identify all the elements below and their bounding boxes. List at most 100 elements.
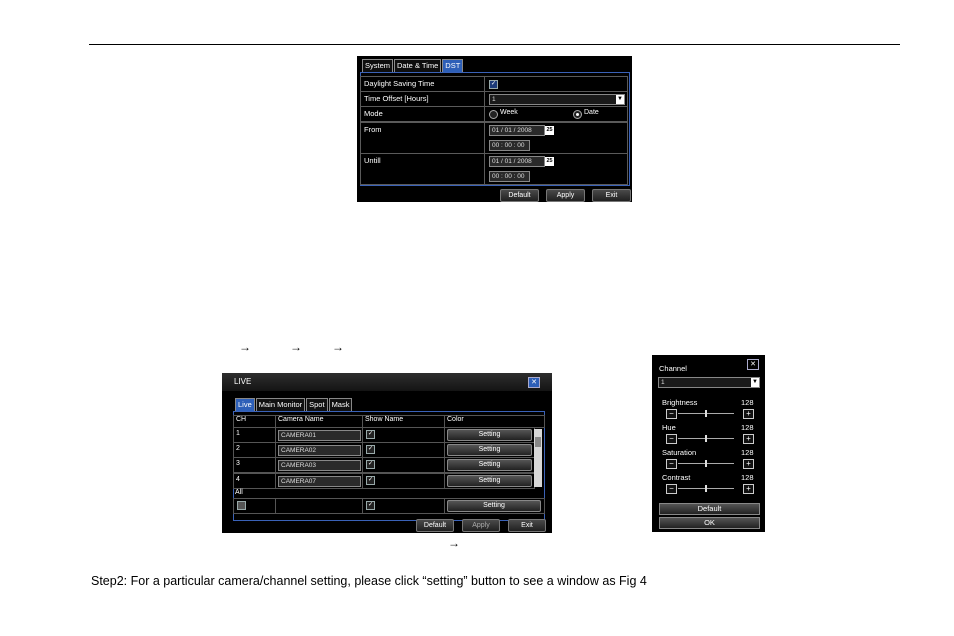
- row-ch: 2: [236, 445, 240, 452]
- brightness-plus-button[interactable]: +: [743, 409, 754, 419]
- dst-tabs: System Date & Time DST: [362, 59, 464, 72]
- step-instruction: Step2: For a particular camera/channel s…: [91, 574, 647, 588]
- scrollbar-thumb[interactable]: [535, 437, 541, 447]
- until-date-field[interactable]: 01 / 01 / 2008: [489, 156, 545, 167]
- default-button[interactable]: Default: [500, 189, 539, 202]
- exit-button[interactable]: Exit: [508, 519, 546, 532]
- setting-button[interactable]: Setting: [447, 429, 532, 441]
- from-label: From: [364, 125, 382, 134]
- brightness-minus-button[interactable]: −: [666, 409, 677, 419]
- mode-label: Mode: [364, 109, 383, 118]
- default-button[interactable]: Default: [659, 503, 760, 515]
- scrollbar[interactable]: [534, 429, 542, 487]
- arrow-icon: →: [239, 340, 251, 354]
- setting-button[interactable]: Setting: [447, 459, 532, 471]
- table-row: 3 CAMERA03 ✓ Setting: [233, 457, 535, 473]
- show-name-checkbox[interactable]: ✓: [366, 460, 375, 469]
- channel-value: 1: [661, 379, 665, 386]
- header-rule: [89, 44, 900, 45]
- color-panel: ✕ Channel 1 ▼ Brightness 128 − + Hue 128…: [652, 355, 765, 532]
- time-offset-value: 1: [492, 96, 496, 103]
- tab-main-monitor[interactable]: Main Monitor: [255, 398, 306, 411]
- close-icon[interactable]: ✕: [747, 359, 759, 370]
- chevron-down-icon: ▼: [751, 378, 759, 387]
- channel-select[interactable]: 1 ▼: [658, 377, 760, 388]
- calendar-icon[interactable]: 25: [545, 126, 554, 135]
- saturation-slider[interactable]: [678, 460, 734, 467]
- hue-slider[interactable]: [678, 435, 734, 442]
- setting-button[interactable]: Setting: [447, 444, 532, 456]
- row-ch: 3: [236, 460, 240, 467]
- row-ch: 4: [236, 476, 240, 483]
- chevron-down-icon: ▼: [616, 95, 624, 104]
- tab-system[interactable]: System: [362, 59, 394, 72]
- default-button[interactable]: Default: [416, 519, 454, 532]
- row-time-offset: Time Offset [Hours] 1 ▼: [360, 91, 628, 107]
- col-ch: CH: [236, 416, 247, 423]
- col-color: Color: [447, 416, 464, 423]
- saturation-label: Saturation: [662, 448, 697, 457]
- mode-date-label: Date: [584, 109, 599, 116]
- all-ch-checkbox[interactable]: [237, 501, 246, 510]
- tab-date-time[interactable]: Date & Time: [394, 59, 442, 72]
- saturation-plus-button[interactable]: +: [743, 459, 754, 469]
- from-time-field[interactable]: 00 : 00 : 00: [489, 140, 530, 151]
- contrast-plus-button[interactable]: +: [743, 484, 754, 494]
- from-date-field[interactable]: 01 / 01 / 2008: [489, 125, 545, 136]
- row-from: From 01 / 01 / 2008 25 00 : 00 : 00: [360, 122, 628, 154]
- slider-knob[interactable]: [705, 485, 707, 492]
- show-name-checkbox[interactable]: ✓: [366, 476, 375, 485]
- saturation-minus-button[interactable]: −: [666, 459, 677, 469]
- tab-spot[interactable]: Spot: [306, 398, 328, 411]
- calendar-icon[interactable]: 25: [545, 157, 554, 166]
- table-row: 4 CAMERA07 ✓ Setting: [233, 473, 535, 489]
- all-show-name-checkbox[interactable]: ✓: [366, 501, 375, 510]
- arrow-icon: →: [290, 340, 302, 354]
- daylight-saving-label: Daylight Saving Time: [364, 79, 435, 88]
- mode-date-radio[interactable]: [573, 110, 582, 119]
- contrast-minus-button[interactable]: −: [666, 484, 677, 494]
- brightness-label: Brightness: [662, 398, 698, 407]
- apply-button[interactable]: Apply: [462, 519, 500, 532]
- contrast-slider[interactable]: [678, 485, 734, 492]
- row-until: Untill 01 / 01 / 2008 25 00 : 00 : 00: [360, 153, 628, 185]
- arrow-icon: →: [448, 536, 460, 550]
- channel-label: Channel: [659, 364, 687, 373]
- daylight-saving-checkbox[interactable]: ✓: [489, 80, 498, 89]
- camera-name-input[interactable]: CAMERA02: [278, 445, 361, 456]
- slider-knob[interactable]: [705, 410, 707, 417]
- hue-minus-button[interactable]: −: [666, 434, 677, 444]
- col-camera-name: Camera Name: [278, 416, 324, 423]
- close-icon[interactable]: ✕: [528, 377, 540, 388]
- until-time-field[interactable]: 00 : 00 : 00: [489, 171, 530, 182]
- mode-week-radio[interactable]: [489, 110, 498, 119]
- slider-knob[interactable]: [705, 460, 707, 467]
- live-tabs: Live Main Monitor Spot Mask: [235, 398, 353, 411]
- until-label: Untill: [364, 156, 381, 165]
- tab-dst[interactable]: DST: [442, 59, 464, 72]
- apply-button[interactable]: Apply: [546, 189, 585, 202]
- setting-button[interactable]: Setting: [447, 475, 532, 487]
- all-label: All: [235, 489, 243, 496]
- camera-name-input[interactable]: CAMERA01: [278, 430, 361, 441]
- slider-knob[interactable]: [705, 435, 707, 442]
- camera-name-input[interactable]: CAMERA03: [278, 460, 361, 471]
- brightness-slider[interactable]: [678, 410, 734, 417]
- tab-live[interactable]: Live: [235, 398, 255, 411]
- hue-plus-button[interactable]: +: [743, 434, 754, 444]
- camera-name-input[interactable]: CAMERA07: [278, 476, 361, 487]
- time-offset-select[interactable]: 1 ▼: [489, 94, 625, 105]
- all-setting-button[interactable]: Setting: [447, 500, 541, 512]
- tab-mask[interactable]: Mask: [328, 398, 353, 411]
- hue-label: Hue: [662, 423, 676, 432]
- row-mode: Mode Week Date: [360, 106, 628, 122]
- contrast-label: Contrast: [662, 473, 691, 482]
- show-name-checkbox[interactable]: ✓: [366, 445, 375, 454]
- show-name-checkbox[interactable]: ✓: [366, 430, 375, 439]
- contrast-value: 128: [741, 473, 754, 482]
- ok-button[interactable]: OK: [659, 517, 760, 529]
- dst-dialog: System Date & Time DST Daylight Saving T…: [357, 56, 632, 202]
- all-row: ✓ Setting: [233, 498, 545, 514]
- exit-button[interactable]: Exit: [592, 189, 631, 202]
- table-row: 1 CAMERA01 ✓ Setting: [233, 427, 535, 443]
